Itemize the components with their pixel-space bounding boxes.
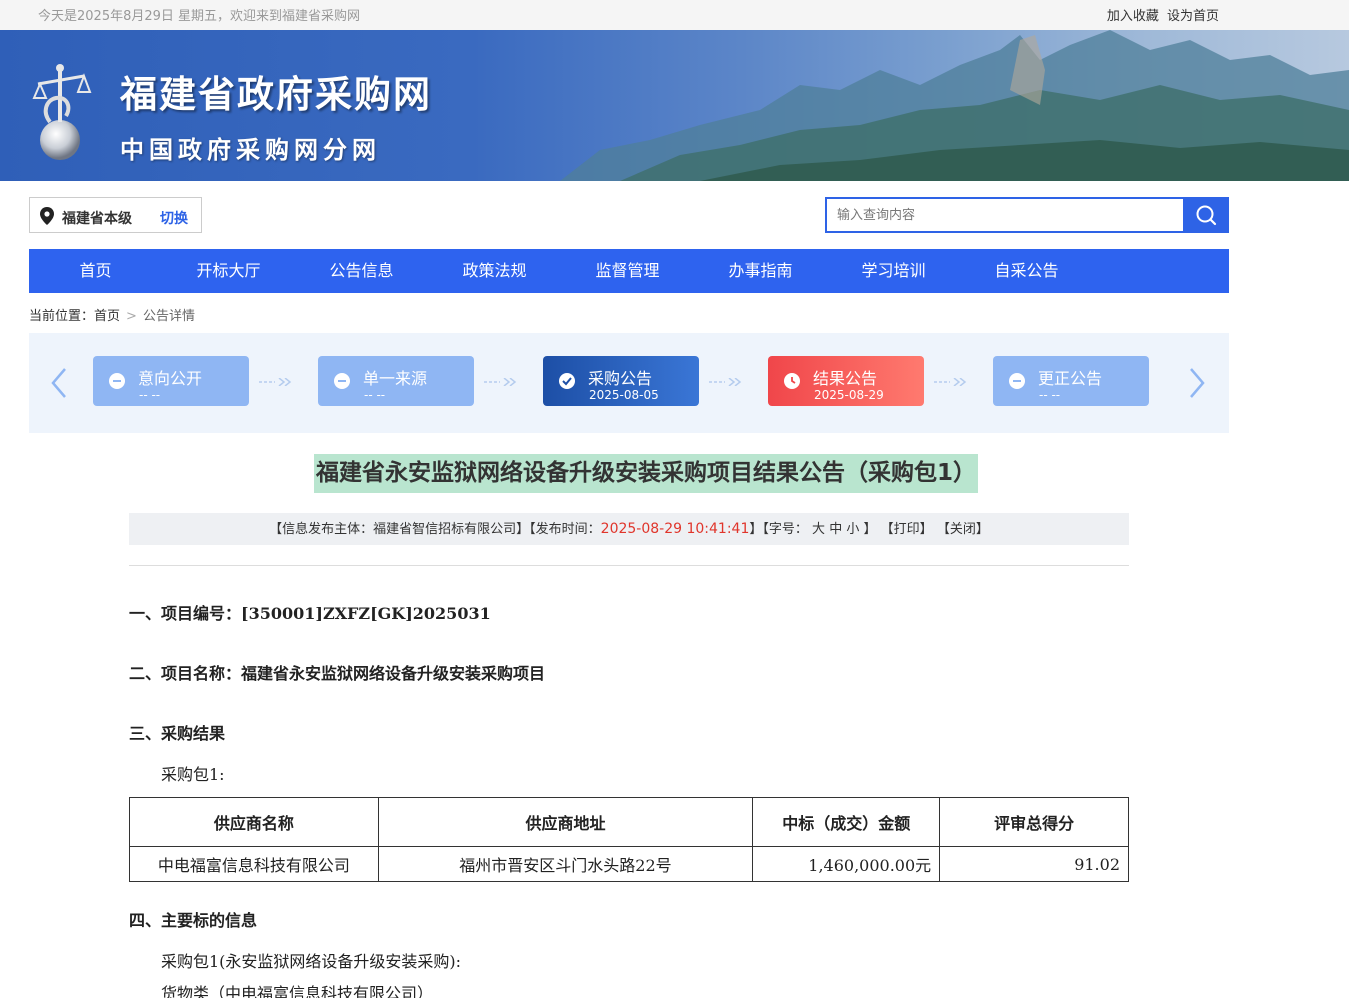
site-title: 福建省政府采购网	[120, 73, 432, 116]
section-main-items-heading: 四、主要标的信息	[129, 911, 258, 930]
step-connector-icon	[709, 378, 742, 386]
content-divider	[129, 565, 1129, 566]
region-switch-button[interactable]: 切换	[160, 208, 188, 228]
nav-item-guide[interactable]: 办事指南	[694, 249, 827, 293]
nav-item-bid-hall[interactable]: 开标大厅	[162, 249, 295, 293]
step-connector-icon	[259, 378, 292, 386]
step-date: 2025-08-29	[814, 388, 884, 402]
nav-item-announcements[interactable]: 公告信息	[295, 249, 428, 293]
check-icon	[559, 373, 575, 389]
step-procurement[interactable]: 采购公告 2025-08-05	[543, 356, 699, 406]
step-label: 单一来源	[363, 369, 428, 388]
nav-item-self-procurement[interactable]: 自采公告	[960, 249, 1093, 293]
search-bar	[825, 197, 1229, 233]
section-results-heading: 三、采购结果	[129, 724, 226, 743]
font-size-medium-button[interactable]: 中	[829, 522, 842, 537]
top-bar: 今天是2025年8月29日 星期五，欢迎来到福建省采购网 加入收藏 设为首页	[0, 0, 1349, 30]
column-header: 中标（成交）金额	[752, 797, 941, 847]
award-amount: 1,460,000.00元	[752, 846, 941, 882]
breadcrumb-home[interactable]: 首页	[94, 309, 120, 324]
welcome-date: 今天是2025年8月29日 星期五，欢迎来到福建省采购网	[38, 9, 361, 24]
section-project-name: 二、项目名称：福建省永安监狱网络设备升级安装采购项目	[129, 664, 546, 683]
search-icon	[1196, 205, 1217, 226]
minus-icon	[334, 373, 350, 389]
location-pin-icon	[40, 207, 54, 225]
step-date: -- --	[364, 388, 386, 402]
add-favorite-link[interactable]: 加入收藏	[1107, 9, 1159, 24]
column-header: 评审总得分	[939, 797, 1129, 847]
process-steps: 意向公开 -- -- 单一来源 -- -- 采购公告 2025-08-05 结果…	[29, 333, 1229, 433]
region-selector: 福建省本级 切换	[29, 197, 202, 233]
nav-item-supervision[interactable]: 监督管理	[561, 249, 694, 293]
search-button[interactable]	[1184, 197, 1229, 233]
minus-icon	[1009, 373, 1025, 389]
column-header: 供应商名称	[129, 797, 379, 847]
breadcrumb-chevron-icon: >	[126, 309, 137, 324]
site-subtitle: 中国政府采购网分网	[120, 136, 381, 164]
region-name: 福建省本级	[62, 211, 132, 227]
breadcrumb: 当前位置：首页 > 公告详情	[29, 305, 195, 324]
main-items-category: 货物类（中电福富信息科技有限公司）	[161, 984, 434, 998]
clock-icon	[784, 373, 800, 389]
meta-time-label: 【发布时间：	[529, 522, 601, 537]
step-correction[interactable]: 更正公告 -- --	[993, 356, 1149, 406]
supplier-name: 中电福富信息科技有限公司	[129, 846, 379, 882]
step-label: 意向公开	[138, 369, 203, 388]
main-nav: 首页 开标大厅 公告信息 政策法规 监督管理 办事指南 学习培训 自采公告	[29, 249, 1229, 293]
package-label: 采购包1:	[161, 765, 225, 784]
announcement-meta: 【信息发布主体：福建省智信招标有限公司】【发布时间：2025-08-29 10:…	[129, 513, 1129, 545]
step-date: -- --	[139, 388, 161, 402]
government-logo-icon	[32, 64, 92, 160]
minus-icon	[109, 373, 125, 389]
results-table: 供应商名称 供应商地址 中标（成交）金额 评审总得分 中电福富信息科技有限公司 …	[129, 797, 1129, 882]
section-project-number: 一、项目编号：[350001]ZXFZ[GK]2025031	[129, 604, 491, 623]
step-label: 结果公告	[813, 369, 878, 388]
column-header: 供应商地址	[377, 797, 754, 847]
meta-publish-time: 2025-08-29 10:41:41	[600, 521, 750, 537]
breadcrumb-prefix: 当前位置：	[29, 309, 95, 324]
step-single-source[interactable]: 单一来源 -- --	[318, 356, 474, 406]
top-links: 加入收藏 设为首页	[1103, 5, 1219, 24]
table-row: 中电福富信息科技有限公司 福州市晋安区斗门水头路22号 1,460,000.00…	[129, 846, 1129, 882]
font-size-small-button[interactable]: 小	[846, 522, 859, 537]
breadcrumb-current: 公告详情	[142, 309, 195, 324]
step-label: 采购公告	[588, 369, 653, 388]
nav-item-home[interactable]: 首页	[29, 249, 162, 293]
step-date: -- --	[1039, 388, 1061, 402]
step-result[interactable]: 结果公告 2025-08-29	[768, 356, 924, 406]
font-size-large-button[interactable]: 大	[812, 522, 825, 537]
chevron-right-icon[interactable]	[1187, 366, 1207, 400]
main-items-package: 采购包1(永安监狱网络设备升级安装采购):	[161, 952, 462, 971]
print-button[interactable]: 【打印】	[881, 522, 933, 537]
close-button[interactable]: 【关闭】	[937, 522, 989, 537]
nav-item-policies[interactable]: 政策法规	[428, 249, 561, 293]
set-homepage-link[interactable]: 设为首页	[1167, 9, 1219, 24]
site-banner: 福建省政府采购网 中国政府采购网分网	[0, 30, 1349, 181]
step-label: 更正公告	[1038, 369, 1103, 388]
total-score: 91.02	[939, 846, 1129, 882]
table-header-row: 供应商名称 供应商地址 中标（成交）金额 评审总得分	[129, 797, 1129, 847]
step-date: 2025-08-05	[589, 388, 659, 402]
supplier-address: 福州市晋安区斗门水头路22号	[377, 846, 754, 882]
meta-publisher: 【信息发布主体：福建省智信招标有限公司】	[269, 522, 530, 537]
step-intent[interactable]: 意向公开 -- --	[93, 356, 249, 406]
announcement-title: 福建省永安监狱网络设备升级安装采购项目结果公告（采购包1）	[314, 454, 979, 493]
chevron-left-icon[interactable]	[49, 366, 69, 400]
step-connector-icon	[484, 378, 517, 386]
meta-time-end: 】	[749, 522, 763, 537]
search-input[interactable]	[825, 197, 1185, 233]
meta-font-label: 【字号：	[762, 522, 808, 537]
step-connector-icon	[934, 378, 967, 386]
meta-font-end: 】	[863, 522, 877, 537]
nav-item-training[interactable]: 学习培训	[827, 249, 960, 293]
